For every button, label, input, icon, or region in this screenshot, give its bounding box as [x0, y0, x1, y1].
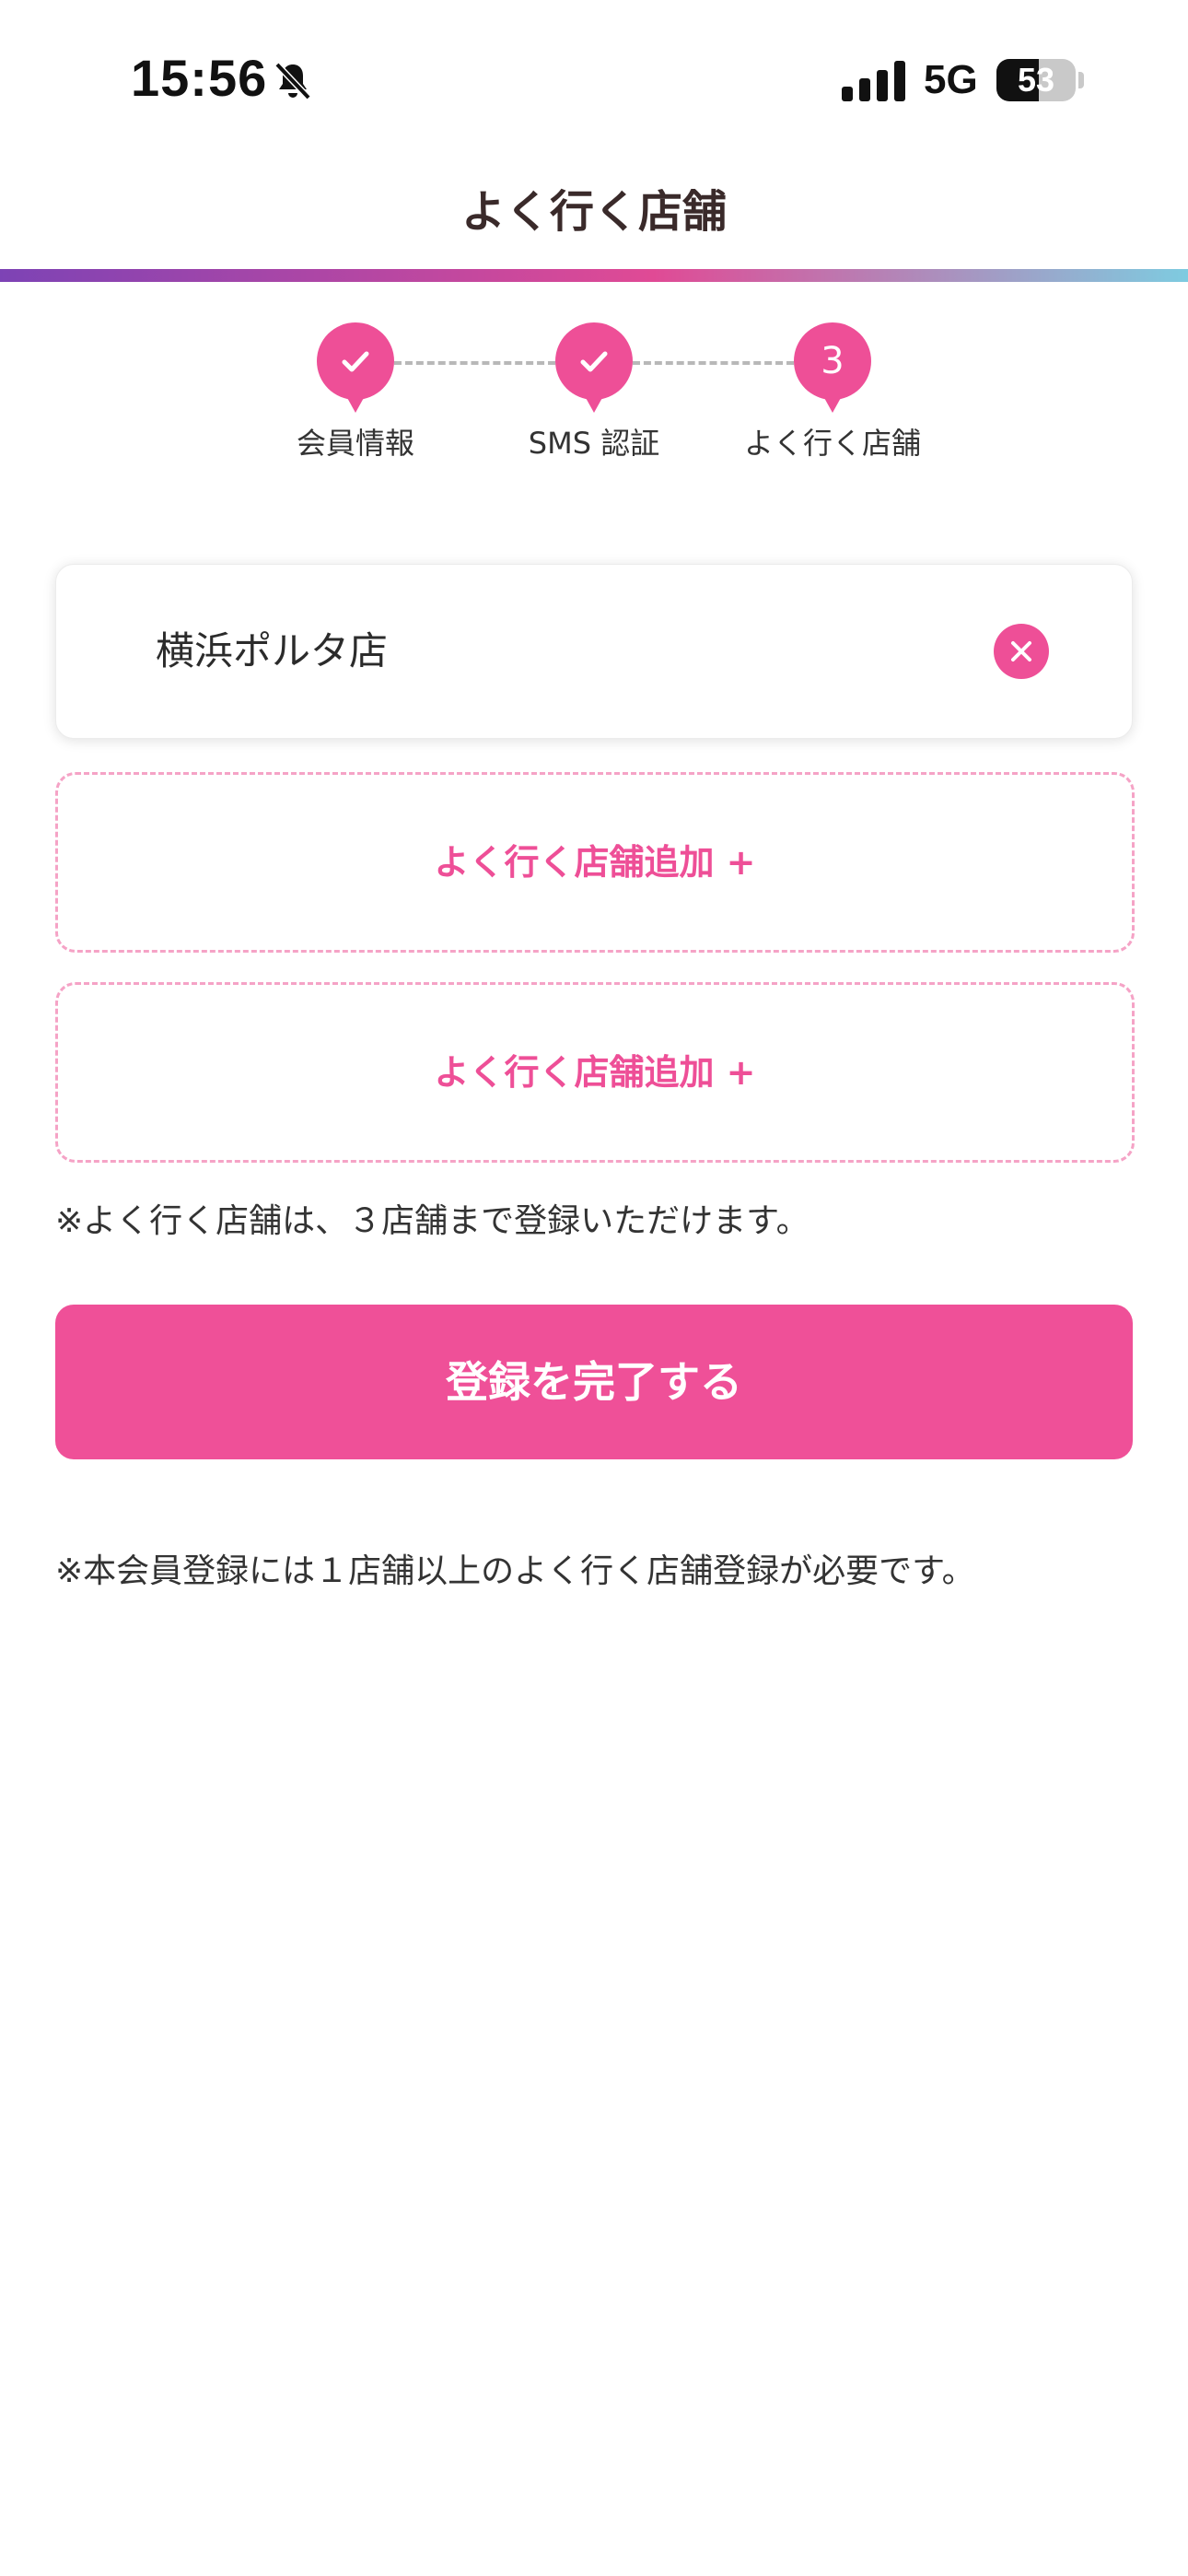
remove-store-button[interactable]: [994, 624, 1049, 679]
step-label: よく行く店舗: [743, 426, 921, 461]
cellular-signal-icon: [842, 61, 905, 101]
page-title: よく行く店舗: [460, 186, 727, 238]
header-gradient-bar: [0, 269, 1188, 282]
step-sms-auth: SMS 認証: [493, 322, 695, 463]
network-label: 5G: [924, 57, 978, 102]
battery-tip: [1078, 72, 1084, 88]
step-label: SMS 認証: [528, 426, 660, 461]
step-label: 会員情報: [296, 426, 414, 461]
progress-stepper: 会員情報 SMS 認証 3 よく行く店舗: [0, 322, 1188, 470]
selected-store-card: 横浜ポルタ店: [55, 564, 1133, 739]
status-time: 15:56: [131, 49, 268, 107]
check-icon: [580, 351, 608, 372]
step-circle-done: [317, 322, 394, 413]
store-name: 横浜ポルタ店: [156, 628, 389, 673]
step-circle-current: 3: [794, 322, 871, 413]
store-limit-note: ※よく行く店舗は、３店舗まで登録いただけます。: [55, 1202, 809, 1240]
step-circle-done: [555, 322, 633, 413]
check-icon: [342, 351, 369, 372]
status-bar: 15:56 5G 53: [0, 0, 1188, 147]
battery-icon: 53: [996, 59, 1076, 101]
close-icon: [1011, 641, 1031, 662]
bell-muted-icon: [274, 62, 311, 100]
battery-percentage: 53: [1017, 61, 1055, 99]
step-favorite-stores: 3 よく行く店舗: [731, 322, 934, 463]
add-favorite-store-button[interactable]: よく行く店舗追加 +: [55, 772, 1135, 953]
add-favorite-store-button[interactable]: よく行く店舗追加 +: [55, 982, 1135, 1163]
step-member-info: 会員情報: [254, 322, 457, 463]
complete-registration-button[interactable]: 登録を完了する: [55, 1305, 1133, 1459]
registration-requirement-note: ※本会員登録には１店舗以上のよく行く店舗登録が必要です。: [55, 1552, 975, 1590]
